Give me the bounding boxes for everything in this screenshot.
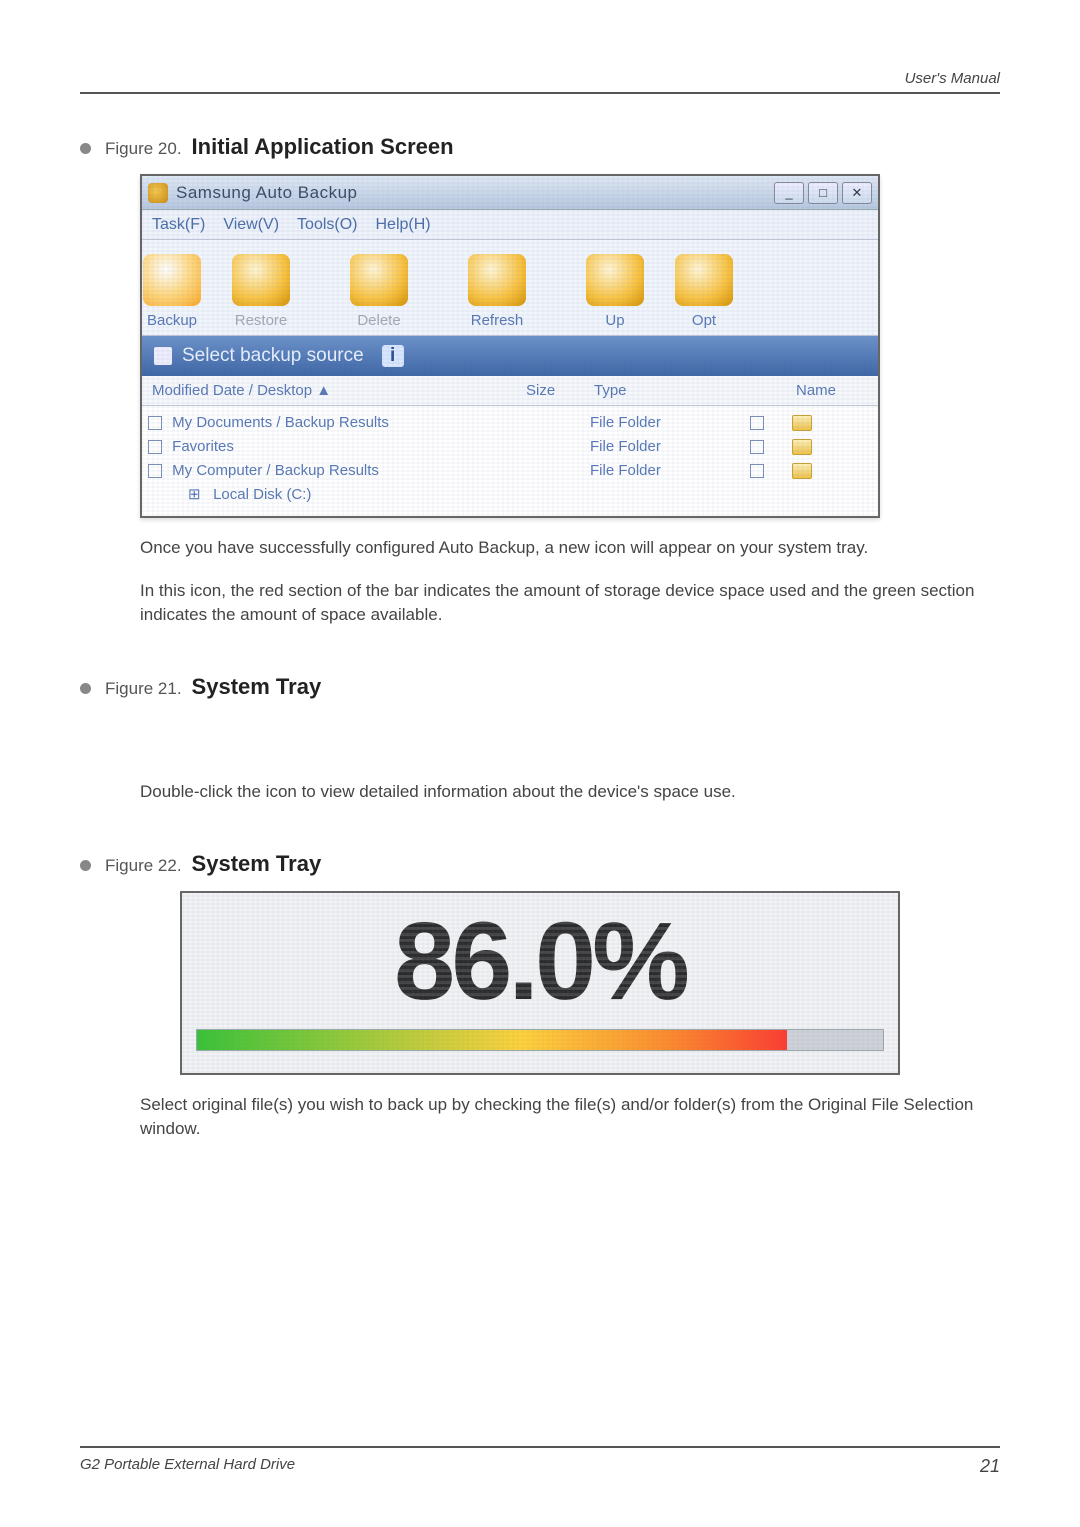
percent-value: 86.0% [182,907,898,1017]
col-type[interactable]: Type [590,382,750,399]
row-label: Favorites [172,438,234,455]
figure-22-para: Select original file(s) you wish to back… [140,1093,1000,1142]
figure-20-para2: In this icon, the red section of the bar… [140,579,1000,628]
col-modified[interactable]: Modified Date / Desktop ▲ [148,382,522,399]
toolbar-option[interactable]: Opt [674,240,734,335]
menu-tools[interactable]: Tools(O) [297,216,357,234]
row-type: File Folder [590,414,750,431]
checkbox[interactable] [750,416,764,430]
bullet-icon [80,683,91,694]
file-list: My Documents / Backup Results File Folde… [142,406,878,516]
checkbox[interactable] [750,464,764,478]
folder-icon [792,439,812,455]
toolbar-delete-label: Delete [357,312,400,329]
minimize-button[interactable]: _ [774,182,804,204]
checkbox[interactable] [148,440,162,454]
close-button[interactable]: ✕ [842,182,872,204]
figure-21-label: Figure 21. [105,679,182,699]
figure-22-title: System Tray [192,851,322,877]
toolbar: Backup Restore Delete Refresh Up Opt [142,240,878,336]
option-icon [675,254,733,306]
toolbar-refresh[interactable]: Refresh [438,240,556,335]
page-header: User's Manual [80,70,1000,94]
folder-icon [792,463,812,479]
figure-20-label: Figure 20. [105,139,182,159]
figure-20-heading: Figure 20. Initial Application Screen [80,134,1000,160]
toolbar-restore-label: Restore [235,312,288,329]
restore-icon [232,254,290,306]
figure-22-label: Figure 22. [105,856,182,876]
tree-icon [154,347,172,365]
header-label: User's Manual [905,70,1000,87]
backup-icon [143,254,201,306]
footer-product: G2 Portable External Hard Drive [80,1456,295,1477]
bullet-icon [80,860,91,871]
list-item[interactable]: ⊞ Local Disk (C:) [148,482,872,506]
list-item[interactable]: Favorites File Folder [148,434,872,458]
toolbar-backup-label: Backup [147,312,197,329]
figure-20-para1: Once you have successfully configured Au… [140,536,1000,561]
figure-21-heading: Figure 21. System Tray [80,674,1000,700]
figure-21-title: System Tray [192,674,322,700]
info-icon[interactable]: i [382,345,404,367]
refresh-icon [468,254,526,306]
toolbar-delete[interactable]: Delete [320,240,438,335]
row-label: Local Disk (C:) [213,486,311,503]
checkbox[interactable] [148,416,162,430]
up-icon [586,254,644,306]
window-title: Samsung Auto Backup [176,183,770,203]
col-size[interactable]: Size [522,382,590,399]
folder-icon [792,415,812,431]
bullet-icon [80,143,91,154]
toolbar-up-label: Up [605,312,624,329]
usage-bar-fill [197,1030,787,1050]
usage-bar [196,1029,884,1051]
app-icon [148,183,168,203]
section-title: Select backup source [182,345,364,367]
menubar: Task(F) View(V) Tools(O) Help(H) [142,210,878,240]
toolbar-option-label: Opt [692,312,716,329]
checkbox[interactable] [148,464,162,478]
section-header: Select backup source i [142,336,878,376]
menu-task[interactable]: Task(F) [152,216,205,234]
col-name[interactable]: Name [792,382,872,399]
figure-22-heading: Figure 22. System Tray [80,851,1000,877]
row-type: File Folder [590,438,750,455]
page-footer: G2 Portable External Hard Drive 21 [80,1446,1000,1477]
row-label: My Computer [172,462,262,479]
menu-help[interactable]: Help(H) [376,216,431,234]
checkbox[interactable] [750,440,764,454]
toolbar-backup[interactable]: Backup [142,240,202,335]
maximize-button[interactable]: □ [808,182,838,204]
row-label: My Documents [172,414,272,431]
list-item[interactable]: My Documents / Backup Results File Folde… [148,410,872,434]
menu-view[interactable]: View(V) [223,216,279,234]
toolbar-restore[interactable]: Restore [202,240,320,335]
app-window: Samsung Auto Backup _ □ ✕ Task(F) View(V… [140,174,880,518]
figure-20-title: Initial Application Screen [192,134,454,160]
toolbar-up[interactable]: Up [556,240,674,335]
delete-icon [350,254,408,306]
row-type: File Folder [590,462,750,479]
footer-page: 21 [980,1456,1000,1477]
figure-21-para: Double-click the icon to view detailed i… [140,780,1000,805]
toolbar-refresh-label: Refresh [471,312,524,329]
list-item[interactable]: My Computer / Backup Results File Folder [148,458,872,482]
column-headers: Modified Date / Desktop ▲ Size Type Name [142,376,878,406]
titlebar: Samsung Auto Backup _ □ ✕ [142,176,878,210]
tray-widget: 86.0% [180,891,900,1075]
